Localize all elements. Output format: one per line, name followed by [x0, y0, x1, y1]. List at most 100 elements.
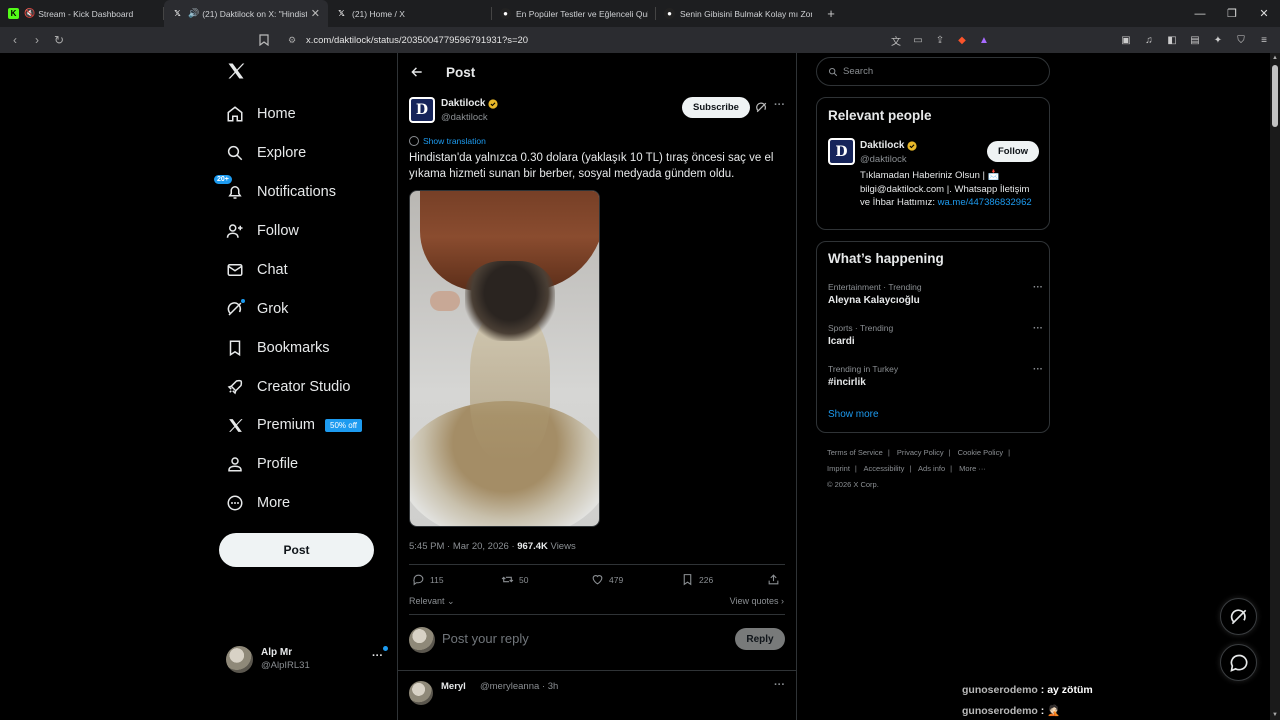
new-tab-button[interactable]: + — [820, 0, 842, 27]
chat-floating-button[interactable] — [1220, 644, 1257, 681]
reply-item[interactable]: Meryl @meryleanna · 3h ··· — [409, 679, 785, 705]
nav-follow[interactable]: Follow — [226, 217, 299, 245]
maximize-icon[interactable]: ❐ — [1216, 0, 1248, 27]
reply-input[interactable]: Post your reply — [442, 631, 529, 646]
more-dots-icon[interactable]: ··· — [774, 99, 785, 111]
nav-profile[interactable]: Profile — [226, 450, 298, 478]
bio-link[interactable]: wa.me/447386832962 — [938, 197, 1032, 208]
address-bar[interactable]: ⚙ x.com/daktilock/status/203500477959679… — [278, 30, 1000, 50]
bookmark-page-icon[interactable] — [253, 29, 275, 51]
more-dots-icon[interactable]: ··· — [1033, 323, 1043, 334]
browser-tab[interactable]: ● En Popüler Testler ve Eğlenceli Quizle… — [492, 0, 656, 27]
footer-link[interactable]: Accessibility — [864, 464, 905, 473]
author-handle[interactable]: @daktilock — [441, 112, 488, 123]
minimize-icon[interactable]: — — [1184, 0, 1216, 27]
footer-link[interactable]: More ··· — [959, 464, 986, 473]
brave-shield-icon[interactable]: ◆ — [954, 32, 970, 48]
more-dots-icon[interactable]: ··· — [774, 679, 785, 691]
music-icon[interactable]: ♫ — [1139, 29, 1159, 51]
footer-link[interactable]: Cookie Policy — [958, 448, 1003, 457]
vpn-icon[interactable]: ⛉ — [1231, 29, 1251, 51]
footer-link[interactable]: Privacy Policy — [897, 448, 944, 457]
nav-grok[interactable]: Grok — [226, 295, 288, 323]
person-handle[interactable]: @daktilock — [860, 154, 907, 165]
wallet-icon[interactable]: ▤ — [1185, 29, 1205, 51]
nav-premium[interactable]: Premium 50% off — [226, 411, 362, 439]
nav-bookmarks[interactable]: Bookmarks — [226, 334, 330, 362]
footer-link[interactable]: Terms of Service — [827, 448, 883, 457]
person-avatar[interactable]: D — [828, 138, 855, 165]
browser-tab[interactable]: K 🔇 Stream - Kick Dashboard — [0, 0, 164, 27]
extension-icons: ▣ ♫ ◧ ▤ ✦ ⛉ ≡ — [1116, 29, 1274, 51]
compose-post-button[interactable]: Post — [219, 533, 374, 567]
follow-button[interactable]: Follow — [987, 141, 1039, 162]
reply-action[interactable]: 115 — [412, 573, 444, 586]
more-dots-icon[interactable]: ··· — [1033, 282, 1043, 293]
trend-name: Icardi — [828, 336, 855, 347]
trend-item[interactable]: Entertainment · Trending Aleyna Kalaycıo… — [828, 282, 1043, 306]
share-action[interactable] — [767, 573, 785, 586]
back-arrow-icon[interactable] — [410, 65, 424, 79]
nav-explore[interactable]: Explore — [226, 139, 306, 167]
search-input[interactable]: Search — [816, 57, 1050, 86]
x-logo-icon[interactable] — [226, 61, 246, 81]
trend-item[interactable]: Trending in Turkey #incirlik ··· — [828, 364, 1043, 388]
subscribe-button[interactable]: Subscribe — [682, 97, 750, 118]
browser-tab[interactable]: 𝕏 (21) Home / X — [328, 0, 492, 27]
close-window-icon[interactable]: ✕ — [1248, 0, 1280, 27]
sidebar-icon[interactable]: ◧ — [1162, 29, 1182, 51]
repost-action[interactable]: 50 — [501, 573, 528, 586]
post-media-video[interactable] — [409, 190, 600, 527]
nav-chat[interactable]: Chat — [226, 256, 288, 284]
more-dots-icon[interactable]: ··· — [1033, 364, 1043, 375]
unread-dot — [383, 646, 388, 651]
reply-count: 115 — [430, 574, 444, 585]
close-tab-icon[interactable]: ✕ — [311, 7, 320, 20]
trend-item[interactable]: Sports · Trending Icardi ··· — [828, 323, 1043, 347]
browser-tab-active[interactable]: 𝕏 🔊 (21) Daktilock on X: "Hindistan ✕ — [164, 0, 328, 27]
nav-creator-studio[interactable]: Creator Studio — [226, 373, 351, 401]
person-name[interactable]: Daktilock — [860, 140, 918, 151]
bookmark-action[interactable]: 226 — [681, 573, 713, 586]
account-switcher[interactable]: Alp Mr @AlpIRL31 ··· — [226, 642, 388, 676]
site-settings-icon[interactable]: ⚙ — [288, 35, 300, 46]
reply-sort-dropdown[interactable]: Relevant ⌄ — [409, 596, 455, 607]
more-dots-icon[interactable]: ··· — [372, 650, 383, 662]
nav-notifications[interactable]: 20+ Notifications — [213, 174, 336, 206]
translate-icon[interactable]: 文 — [888, 32, 904, 48]
footer-link[interactable]: Imprint — [827, 464, 850, 473]
reply-button[interactable]: Reply — [735, 628, 785, 650]
reload-icon[interactable]: ↻ — [48, 29, 70, 51]
scrollbar-thumb[interactable] — [1272, 65, 1278, 127]
grok-explain-icon[interactable] — [755, 101, 768, 114]
nav-home[interactable]: Home — [226, 100, 296, 128]
screenshot-icon[interactable]: ▣ — [1116, 29, 1136, 51]
browser-tab[interactable]: ● Senin Gibisini Bulmak Kolay mı Zor mu — [656, 0, 820, 27]
scroll-down-icon[interactable]: ▼ — [1272, 712, 1278, 718]
bookmark-icon — [683, 574, 692, 586]
account-name: Alp Mr — [261, 647, 293, 658]
show-translation-link[interactable]: Show translation — [409, 136, 486, 146]
share-icon[interactable]: ⇪ — [932, 32, 948, 48]
author-avatar[interactable]: D — [409, 97, 435, 123]
author-name[interactable]: Daktilock — [441, 98, 499, 109]
brave-rewards-icon[interactable]: ▲ — [976, 32, 992, 48]
view-quotes-link[interactable]: View quotes › — [730, 596, 784, 606]
like-action[interactable]: 479 — [591, 573, 623, 586]
author-name-text: Daktilock — [441, 98, 486, 109]
back-icon[interactable]: ‹ — [4, 29, 26, 51]
grok-floating-button[interactable] — [1220, 598, 1257, 635]
menu-icon[interactable]: ≡ — [1254, 29, 1274, 51]
muted-speaker-icon[interactable]: 🔇 — [24, 8, 35, 19]
footer-link[interactable]: Ads info — [918, 464, 945, 473]
show-more-link[interactable]: Show more — [828, 409, 879, 420]
speaker-icon[interactable]: 🔊 — [188, 8, 199, 19]
reply-icon — [413, 574, 424, 586]
post-timestamp[interactable]: 5:45 PM · Mar 20, 2026 · — [409, 541, 517, 552]
leo-ai-icon[interactable]: ✦ — [1208, 29, 1228, 51]
cast-icon[interactable]: ▭ — [910, 32, 926, 48]
page-scrollbar[interactable]: ▲ ▼ — [1270, 53, 1280, 720]
scroll-up-icon[interactable]: ▲ — [1272, 55, 1278, 61]
forward-icon[interactable]: › — [26, 29, 48, 51]
nav-more[interactable]: More — [226, 489, 290, 517]
